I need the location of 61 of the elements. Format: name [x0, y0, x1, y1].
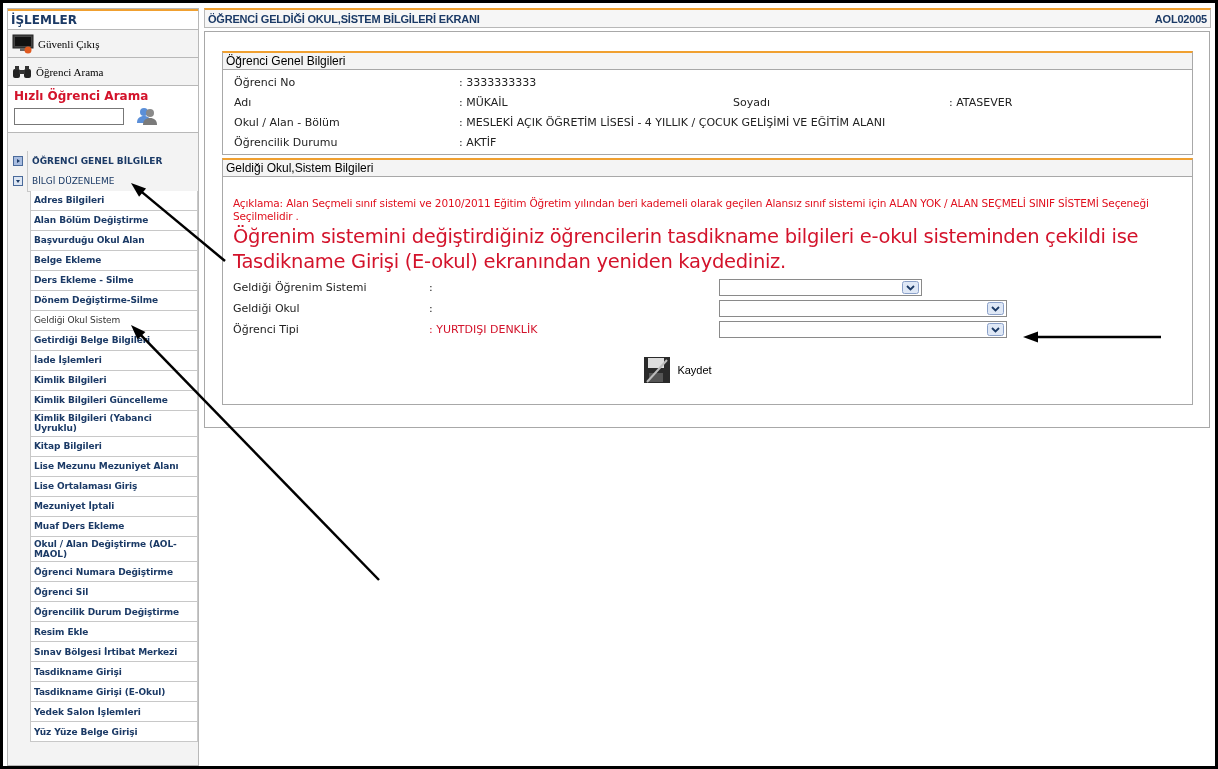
page-title: ÖĞRENCİ GELDİĞİ OKUL,SİSTEM BİLGİLERİ EKRANI	[208, 12, 480, 25]
dropdown-field[interactable]	[719, 279, 922, 297]
expand-icon[interactable]	[13, 156, 23, 166]
menu-item[interactable]: Öğrenci Numara Değiştirme	[30, 562, 198, 583]
menu-item[interactable]: Ders Ekleme - Silme	[30, 271, 198, 291]
field-value: :	[429, 302, 434, 316]
explanation-note: Açıklama: Alan Seçmeli sınıf sistemi ve 2010/2011 Eğitim Öğretim yılından beri kademeli olarak geçilen Alansız sınıf sistemi için ALAN YOK / ALAN SEÇMELİ SINIF SİSTEMİ Seçeneği Seçilmelidir .	[233, 197, 1150, 224]
menu-item[interactable]: Öğrencilik Durum Değiştirme	[30, 602, 198, 623]
floppy-disk-icon	[643, 356, 672, 385]
warning-message: Öğrenim sistemini değiştirdiğiniz öğrencilerin tasdikname bilgileri e-okul sisteminden çekildi ise Tasdikname Girişi (E-okul) ekranından yeniden kaydediniz.	[233, 225, 1140, 276]
field-label: Geldiği Öğrenim Sistemi	[233, 281, 368, 295]
field-value: : MÜKAİL	[459, 95, 509, 109]
menu-item[interactable]: Tasdikname Girişi (E-Okul)	[30, 682, 198, 703]
menu-item[interactable]: İade İşlemleri	[30, 351, 198, 371]
menu-item[interactable]: Alan Bölüm Değiştirme	[30, 211, 198, 231]
menu-item[interactable]: Lise Mezunu Mezuniyet Alanı	[30, 456, 198, 477]
field-value: :	[429, 281, 434, 295]
menu-item[interactable]: Başvurduğu Okul Alan	[30, 231, 198, 251]
menu-item[interactable]: Okul / Alan Değiştirme (AOL-MAOL)	[30, 536, 198, 563]
menu-item[interactable]: Kimlik Bilgileri (Yabanci Uyruklu)	[30, 411, 198, 437]
monitor-icon	[12, 33, 34, 54]
field-label: Öğrenci No	[234, 75, 297, 89]
field-label: Okul / Alan - Bölüm	[234, 115, 341, 129]
users-icon[interactable]	[136, 106, 158, 126]
field-value: : YURTDIŞI DENKLİK	[429, 323, 539, 337]
menu-item[interactable]: Adres Bilgileri	[30, 191, 198, 211]
menu-item[interactable]: Kimlik Bilgileri Güncelleme	[30, 391, 198, 411]
field-label: Öğrencilik Durumu	[234, 135, 339, 149]
menu-item[interactable]: Öğrenci Sil	[30, 582, 198, 603]
menu-item[interactable]: Dönem Değiştirme-Silme	[30, 291, 198, 311]
menu-item[interactable]: Lise Ortalaması Giriş	[30, 476, 198, 497]
menu-item[interactable]: Kitap Bilgileri	[30, 436, 198, 457]
expand-icon[interactable]	[13, 176, 23, 186]
quick-search-field[interactable]	[14, 107, 124, 125]
menu-item[interactable]: Kimlik Bilgileri	[30, 371, 198, 391]
save-button[interactable]: Kaydet	[643, 356, 712, 385]
field-label: Geldiği Okul	[233, 302, 301, 316]
field-value: : ATASEVER	[949, 95, 1014, 109]
field-value: : AKTİF	[459, 135, 498, 149]
menu-item[interactable]: Geldiği Okul Sistem	[30, 311, 198, 331]
menu-item[interactable]: Resim Ekle	[30, 622, 198, 643]
field-label: Soyadı	[733, 95, 771, 109]
field-value: : MESLEKİ AÇIK ÖĞRETİM LİSESİ - 4 YILLIK / ÇOCUK GELİŞİMİ VE EĞİTİM ALANI	[459, 115, 887, 129]
binoculars-icon	[12, 64, 32, 79]
menu-item[interactable]: Muaf Ders Ekleme	[30, 516, 198, 537]
field-value: : 3333333333	[459, 75, 538, 89]
menu-item[interactable]: Yüz Yüze Belge Girişi	[30, 722, 198, 743]
menu-item[interactable]: Mezuniyet İptali	[30, 496, 198, 517]
dropdown-field[interactable]	[719, 321, 1007, 339]
menu-item[interactable]: Sınav Bölgesi İrtibat Merkezi	[30, 642, 198, 663]
menu-item[interactable]: Belge Ekleme	[30, 251, 198, 271]
menu-item[interactable]: Yedek Salon İşlemleri	[30, 702, 198, 723]
sidebar-title: İŞLEMLER	[8, 9, 198, 30]
panel-title: Geldiği Okul,Sistem Bilgileri	[223, 160, 1192, 177]
menu-item[interactable]: Tasdikname Girişi	[30, 662, 198, 683]
screen-code: AOL02005	[1154, 12, 1207, 25]
dropdown-field[interactable]	[719, 300, 1007, 318]
field-label: Öğrenci Tipi	[233, 323, 300, 337]
quick-search-title: Hızlı Öğrenci Arama	[14, 89, 150, 103]
field-label: Adı	[234, 95, 253, 109]
panel-title: Öğrenci Genel Bilgileri	[223, 53, 1192, 70]
